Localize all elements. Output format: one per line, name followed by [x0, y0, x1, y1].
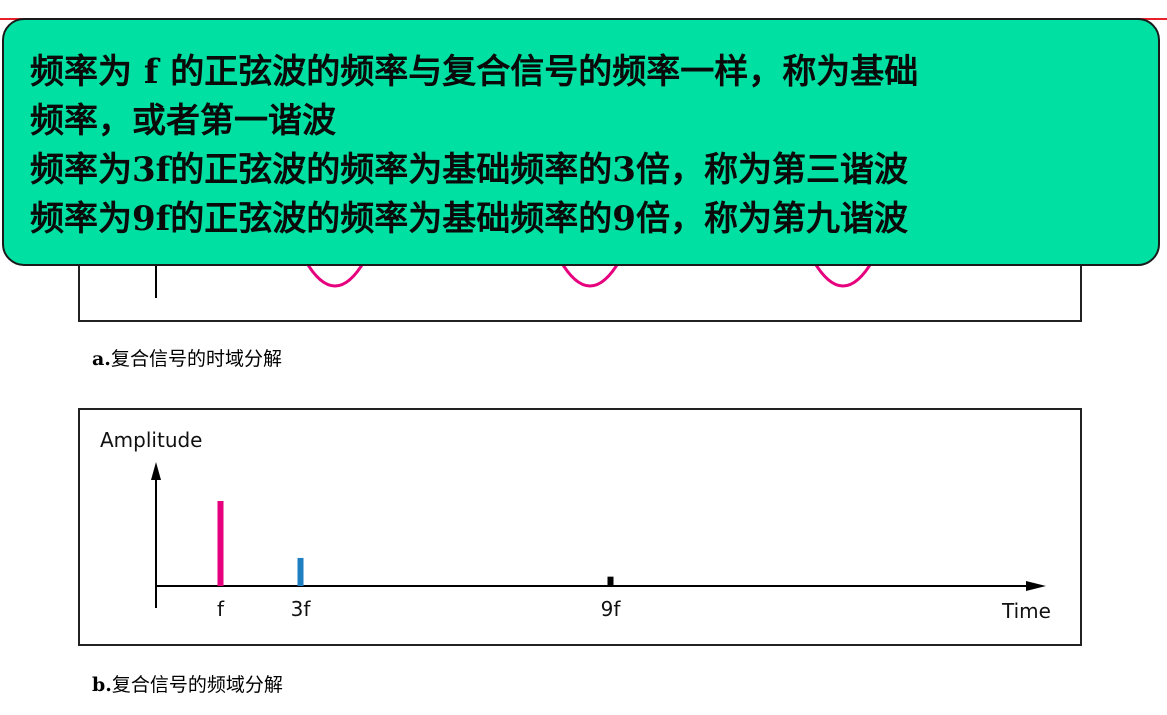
- caption-a: a.复合信号的时域分解: [92, 344, 282, 371]
- y-axis-label: Amplitude: [100, 428, 203, 452]
- caption-b: b.复合信号的频域分解: [92, 670, 283, 697]
- note-line-1: 频率为 f 的正弦波的频率与复合信号的频率一样，称为基础: [30, 52, 919, 92]
- caption-b-text: 复合信号的频域分解: [111, 674, 283, 696]
- spectrum-bar-3f: [297, 557, 304, 586]
- frequency-domain-panel: Amplitude Time f 3f 9f: [78, 408, 1082, 646]
- spectrum-bar-9f: [607, 576, 614, 586]
- caption-b-letter: b.: [92, 674, 112, 696]
- note-line-2: 频率，或者第一谐波: [30, 101, 336, 141]
- x-axis-label: Time: [1001, 599, 1051, 623]
- tick-label-f: f: [217, 597, 225, 621]
- y-axis-arrowhead: [151, 462, 161, 480]
- tick-label-3f: 3f: [291, 597, 312, 621]
- caption-a-text: 复合信号的时域分解: [110, 348, 282, 370]
- frequency-domain-chart: Amplitude Time f 3f 9f: [100, 428, 1051, 623]
- note-line-3: 频率为3f的正弦波的频率为基础频率的3倍，称为第三谐波: [30, 150, 908, 190]
- tick-label-9f: 9f: [601, 597, 622, 621]
- caption-a-letter: a.: [92, 348, 111, 370]
- harmonics-note-box: 频率为 f 的正弦波的频率与复合信号的频率一样，称为基础 频率，或者第一谐波 频…: [2, 18, 1160, 266]
- spectrum-bar-f: [217, 501, 224, 586]
- x-axis-arrowhead: [1026, 581, 1046, 591]
- note-line-4: 频率为9f的正弦波的频率为基础频率的9倍，称为第九谐波: [30, 199, 908, 239]
- spectrum-bars: f 3f 9f: [217, 501, 621, 621]
